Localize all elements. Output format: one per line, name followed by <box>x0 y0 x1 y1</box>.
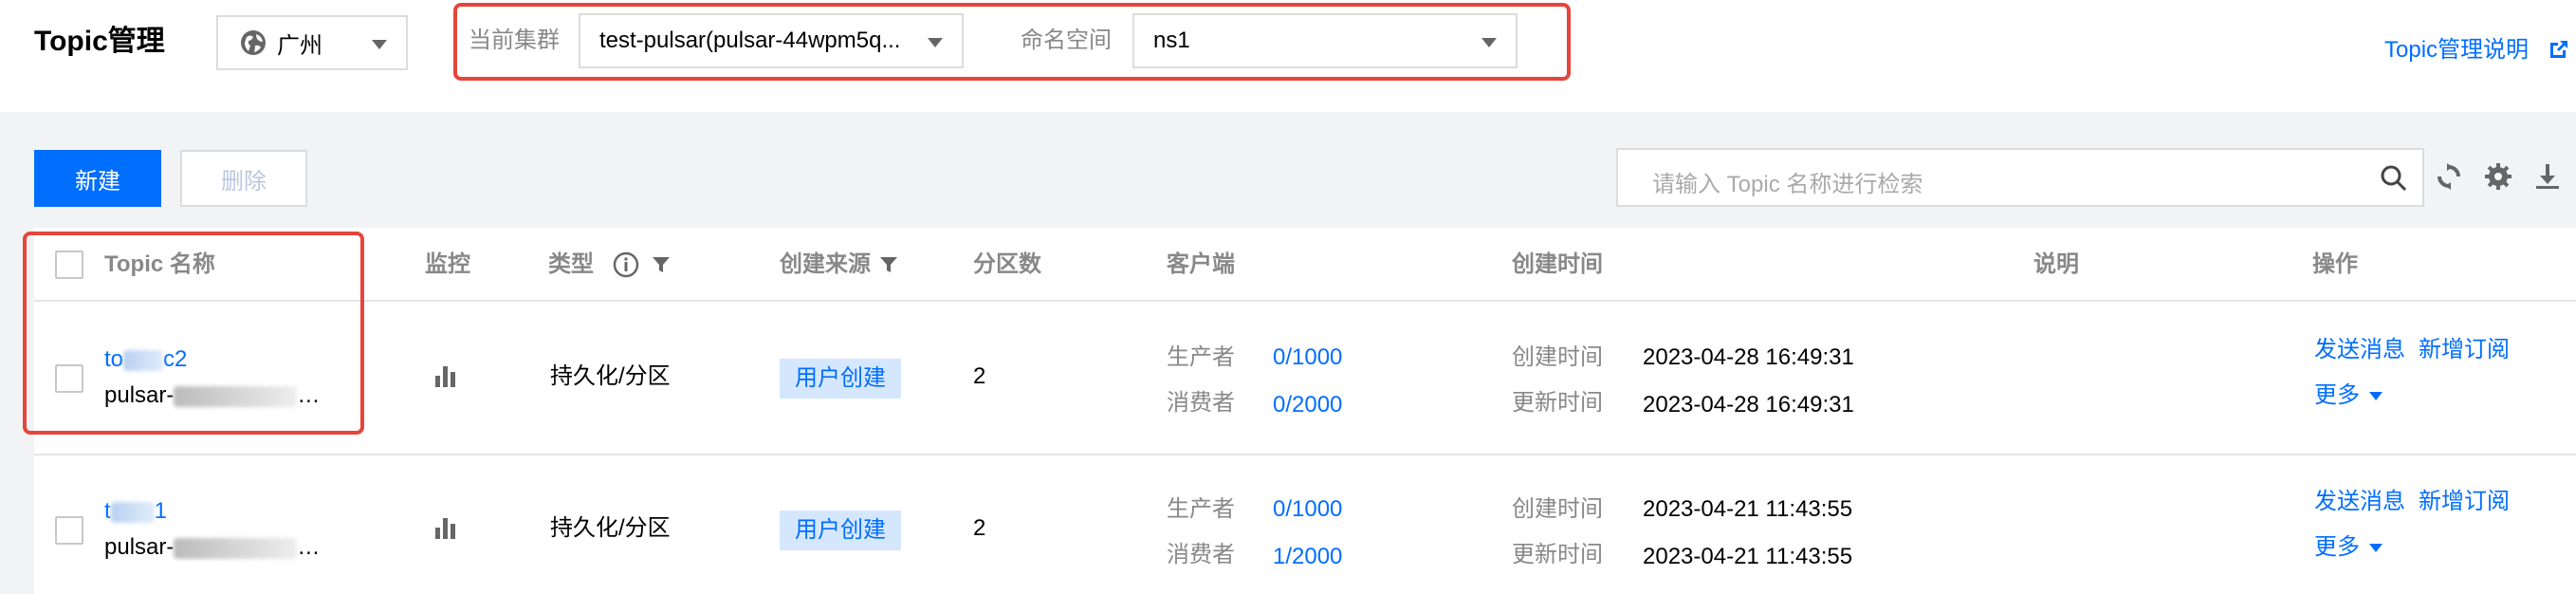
topic-type: 持久化/分区 <box>550 363 671 389</box>
consumer-count-link[interactable]: 0/2000 <box>1273 391 1342 419</box>
col-type-label: 类型 <box>548 251 594 277</box>
col-monitor: 监控 <box>425 251 470 277</box>
chevron-down-icon <box>372 40 387 49</box>
col-client: 客户端 <box>1167 251 1235 277</box>
created-time: 2023-04-28 16:49:31 <box>1643 344 1854 370</box>
created-time: 2023-04-21 11:43:55 <box>1643 496 1853 522</box>
chevron-down-icon <box>928 38 943 47</box>
bar-chart-icon[interactable] <box>432 514 459 541</box>
chevron-down-icon <box>1481 38 1497 47</box>
external-link-icon[interactable] <box>2548 38 2570 61</box>
col-created: 创建时间 <box>1512 251 1603 277</box>
more-label: 更多 <box>2314 534 2360 560</box>
namespace-value: ns1 <box>1153 28 1190 53</box>
col-source: 创建来源 <box>780 251 899 279</box>
new-button[interactable]: 新建 <box>34 150 161 207</box>
partition-count: 2 <box>973 363 986 389</box>
row-checkbox[interactable] <box>55 516 83 545</box>
consumer-count-link[interactable]: 1/2000 <box>1273 543 1342 571</box>
source-tag: 用户创建 <box>780 359 901 399</box>
bar-chart-icon[interactable] <box>432 362 459 389</box>
delete-button[interactable]: 删除 <box>180 150 307 207</box>
namespace-select[interactable]: ns1 <box>1132 13 1518 68</box>
region-value: 广州 <box>277 32 322 59</box>
send-message-link[interactable]: 发送消息 <box>2314 336 2405 364</box>
info-icon[interactable] <box>613 251 639 278</box>
updated-label: 更新时间 <box>1512 542 1603 567</box>
search-input[interactable]: 请输入 Topic 名称进行检索 <box>1616 148 2424 207</box>
send-message-link[interactable]: 发送消息 <box>2314 488 2405 516</box>
producer-count-link[interactable]: 0/1000 <box>1273 495 1342 524</box>
more-label: 更多 <box>2314 382 2360 408</box>
consumer-label: 消费者 <box>1167 390 1235 416</box>
gear-icon[interactable] <box>2483 161 2513 192</box>
help-link[interactable]: Topic管理说明 <box>2384 36 2529 65</box>
topic-name-suffix: 1 <box>154 498 168 524</box>
refresh-icon[interactable] <box>2434 161 2464 192</box>
topic-table: Topic 名称 监控 类型 创建来源 分区数 客户端 创建时间 说明 操作 t… <box>34 228 2576 594</box>
redacted-text <box>110 501 155 523</box>
top-header: Topic管理 广州 当前集群 test-pulsar(pulsar-44wpm… <box>0 0 2576 112</box>
updated-time: 2023-04-28 16:49:31 <box>1643 392 1854 418</box>
consumer-label: 消费者 <box>1167 542 1235 567</box>
filter-icon[interactable] <box>878 254 899 275</box>
col-type: 类型 <box>548 251 672 279</box>
source-tag: 用户创建 <box>780 510 901 550</box>
chevron-down-icon <box>2369 392 2383 401</box>
producer-label: 生产者 <box>1167 344 1235 370</box>
filter-icon[interactable] <box>651 254 672 275</box>
table-header: Topic 名称 监控 类型 创建来源 分区数 客户端 创建时间 说明 操作 <box>34 228 2576 302</box>
topic-type: 持久化/分区 <box>550 515 671 541</box>
topic-subname: pulsar- … <box>104 533 320 562</box>
col-description: 说明 <box>2033 251 2079 277</box>
redacted-text <box>174 537 298 559</box>
add-subscription-link[interactable]: 新增订阅 <box>2419 336 2510 364</box>
add-subscription-link[interactable]: 新增订阅 <box>2419 488 2510 516</box>
cluster-select[interactable]: test-pulsar(pulsar-44wpm5q... <box>579 13 964 68</box>
region-select[interactable]: 广州 <box>216 15 408 70</box>
col-partitions: 分区数 <box>973 251 1041 277</box>
producer-count-link[interactable]: 0/1000 <box>1273 343 1342 372</box>
updated-label: 更新时间 <box>1512 390 1603 416</box>
producer-label: 生产者 <box>1167 496 1235 522</box>
table-row: t1 pulsar-… 持久化/分区 用户创建 2 生产者 0/1000 消费者… <box>34 455 2576 594</box>
topic-name-prefix: t <box>104 498 111 524</box>
search-placeholder: 请输入 Topic 名称进行检索 <box>1652 172 1923 197</box>
partition-count: 2 <box>973 515 986 541</box>
download-icon[interactable] <box>2532 161 2563 192</box>
more-actions-dropdown[interactable]: 更多 <box>2314 381 2383 410</box>
created-label: 创建时间 <box>1512 344 1603 370</box>
col-actions: 操作 <box>2312 251 2358 277</box>
chevron-down-icon <box>2369 544 2383 553</box>
search-icon[interactable] <box>2379 163 2409 194</box>
topic-subname-prefix: pulsar- <box>104 534 175 560</box>
updated-time: 2023-04-21 11:43:55 <box>1643 544 1853 569</box>
page-title: Topic管理 <box>34 26 165 57</box>
namespace-label: 命名空间 <box>1021 28 1112 53</box>
topic-subname-suffix: … <box>297 534 321 560</box>
created-label: 创建时间 <box>1512 496 1603 522</box>
cluster-value: test-pulsar(pulsar-44wpm5q... <box>599 28 901 53</box>
table-row: to c2 pulsar-… 持久化/分区 用户创建 2 生产者 0/1000 消… <box>34 304 2576 455</box>
col-source-label: 创建来源 <box>780 251 871 277</box>
globe-icon <box>241 30 266 55</box>
more-actions-dropdown[interactable]: 更多 <box>2314 533 2383 562</box>
cluster-label: 当前集群 <box>469 28 560 53</box>
topic-name-highlight <box>23 232 364 435</box>
topic-name-link[interactable]: t1 <box>104 497 167 526</box>
